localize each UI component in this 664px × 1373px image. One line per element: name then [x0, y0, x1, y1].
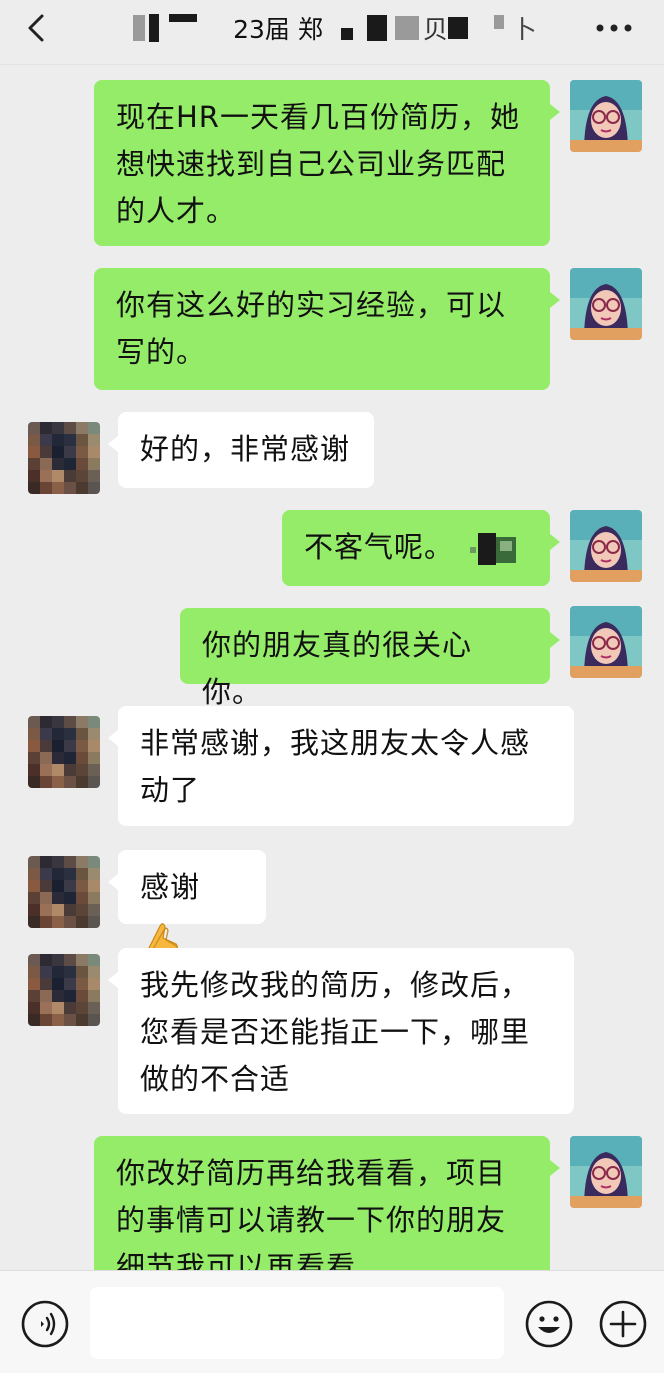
input-bar [0, 1270, 664, 1373]
title-text-part: 贝 [422, 15, 448, 44]
message-bubble[interactable]: 现在HR一天看几百份简历，她想快速找到自己公司业务匹配的人才。 [94, 80, 560, 246]
contact-avatar[interactable] [28, 954, 100, 1026]
message-bubble[interactable]: 你有这么好的实习经验，可以写的。 [94, 268, 560, 390]
avatar-image [570, 606, 642, 678]
message-bubble[interactable]: 非常感谢，我这朋友太令人感动了 [108, 706, 574, 826]
voice-icon[interactable] [20, 1299, 70, 1349]
plus-icon[interactable] [598, 1299, 648, 1349]
message-text: 我先修改我的简历，修改后，您看是否还能指正一下，哪里做的不合适 [140, 968, 531, 1096]
contact-avatar[interactable] [28, 716, 100, 788]
avatar-image [570, 80, 642, 152]
pixelated-avatar [28, 856, 100, 928]
message-text: 你改好简历再给我看看，项目的事情可以请教一下你的朋友细节我可以再看看 [116, 1156, 507, 1270]
my-avatar[interactable] [570, 80, 642, 152]
title-redaction [340, 28, 353, 40]
message-list[interactable]: 现在HR一天看几百份简历，她想快速找到自己公司业务匹配的人才。 你有这么好的实习… [0, 64, 664, 1270]
message-bubble[interactable]: 你的朋友真的很关心你。 [180, 608, 560, 709]
message-text: 现在HR一天看几百份简历，她想快速找到自己公司业务匹配的人才。 [116, 100, 520, 228]
title-redaction [366, 15, 387, 41]
message-text: 你有这么好的实习经验，可以写的。 [116, 288, 507, 369]
message-text: 好的，非常感谢 [140, 432, 351, 466]
avatar-image [570, 268, 642, 340]
message-text: 感谢 [140, 870, 201, 904]
smiley-icon[interactable] [524, 1299, 574, 1349]
pixelated-avatar [28, 422, 100, 494]
title-redaction [447, 17, 468, 39]
chat-header: 23届 郑 贝 卜 [0, 0, 664, 65]
title-redaction [394, 16, 419, 40]
title-redaction [493, 15, 504, 29]
title-text-part: 23届 郑 [233, 15, 323, 44]
contact-avatar[interactable] [28, 856, 100, 928]
message-bubble[interactable]: 好的，非常感谢 [108, 412, 374, 488]
title-text-part: 卜 [511, 15, 537, 44]
my-avatar[interactable] [570, 510, 642, 582]
redacted-sticker-icon [470, 533, 517, 565]
message-bubble[interactable]: 不客气呢。 [282, 510, 560, 586]
chat-title: 23届 郑 贝 卜 [130, 10, 540, 46]
my-avatar[interactable] [570, 606, 642, 678]
more-dots-icon[interactable] [592, 14, 636, 42]
pixelated-avatar [28, 954, 100, 1026]
pixelated-avatar [28, 716, 100, 788]
title-redaction [149, 14, 160, 42]
message-bubble[interactable]: 我先修改我的简历，修改后，您看是否还能指正一下，哪里做的不合适 [108, 948, 574, 1114]
message-input[interactable] [90, 1287, 504, 1359]
chevron-left-icon[interactable] [22, 12, 54, 44]
message-text: 非常感谢，我这朋友太令人感动了 [140, 726, 531, 807]
message-text: 不客气呢。 [304, 530, 455, 564]
title-redaction [133, 15, 146, 41]
avatar-image [570, 1136, 642, 1208]
message-text: 你的朋友真的很关心你。 [202, 628, 473, 709]
title-redaction [169, 14, 198, 22]
message-bubble[interactable]: 感谢 [108, 850, 266, 952]
message-bubble[interactable]: 你改好简历再给我看看，项目的事情可以请教一下你的朋友细节我可以再看看 [94, 1136, 560, 1270]
my-avatar[interactable] [570, 268, 642, 340]
contact-avatar[interactable] [28, 422, 100, 494]
my-avatar[interactable] [570, 1136, 642, 1208]
avatar-image [570, 510, 642, 582]
